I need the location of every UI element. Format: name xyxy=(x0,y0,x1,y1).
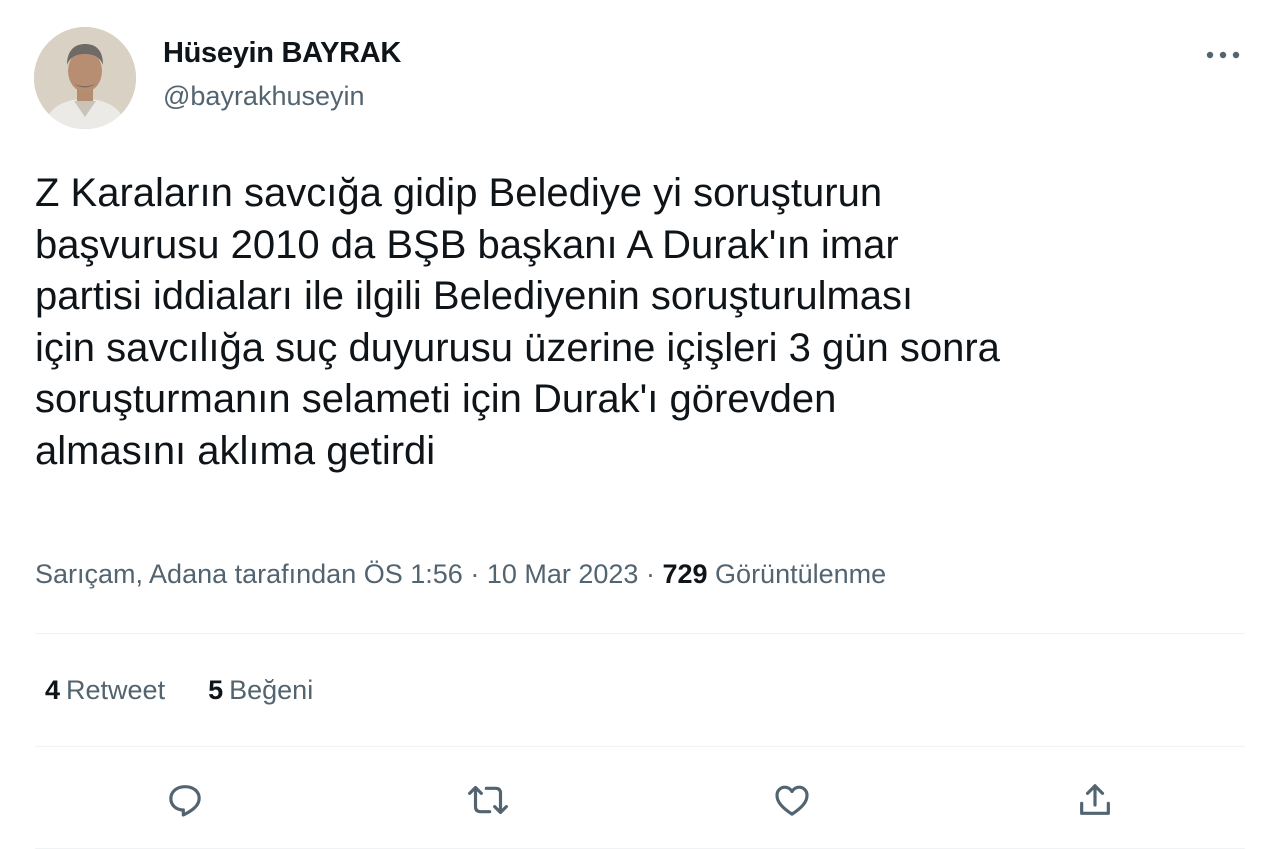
likes-stat[interactable]: 5 Beğeni xyxy=(208,675,313,706)
tweet-time[interactable]: ÖS 1:56 xyxy=(364,559,463,589)
views-label: Görüntülenme xyxy=(715,559,887,589)
retweets-stat[interactable]: 4 Retweet xyxy=(45,675,165,706)
reply-icon[interactable] xyxy=(155,770,215,830)
meta-separator: · xyxy=(645,559,655,589)
share-icon[interactable] xyxy=(1065,770,1125,830)
tweet-date[interactable]: 10 Mar 2023 xyxy=(487,559,639,589)
meta-separator: · xyxy=(470,559,480,589)
tweet-meta: Sarıçam, Adana tarafından ÖS 1:56 · 10 M… xyxy=(35,559,886,590)
tweet-location: Sarıçam, Adana tarafından xyxy=(35,559,357,589)
likes-label: Beğeni xyxy=(229,675,314,705)
retweet-icon[interactable] xyxy=(458,770,518,830)
like-icon[interactable] xyxy=(762,770,822,830)
engagement-stats: 4 Retweet 5 Beğeni xyxy=(45,675,313,706)
action-bar xyxy=(35,770,1245,830)
more-horizontal-icon[interactable] xyxy=(1200,40,1246,70)
retweets-label: Retweet xyxy=(66,675,166,705)
divider xyxy=(35,633,1245,634)
avatar[interactable] xyxy=(34,27,136,129)
user-avatar-image xyxy=(34,27,136,129)
likes-count: 5 xyxy=(208,675,224,705)
author-display-name[interactable]: Hüseyin BAYRAK xyxy=(163,37,401,70)
retweets-count: 4 xyxy=(45,675,61,705)
tweet-text: Z Karaların savcığa gidip Belediye yi so… xyxy=(35,171,1000,473)
author-handle[interactable]: @bayrakhuseyin xyxy=(163,81,365,112)
divider xyxy=(35,746,1245,747)
views-count: 729 xyxy=(662,559,708,589)
